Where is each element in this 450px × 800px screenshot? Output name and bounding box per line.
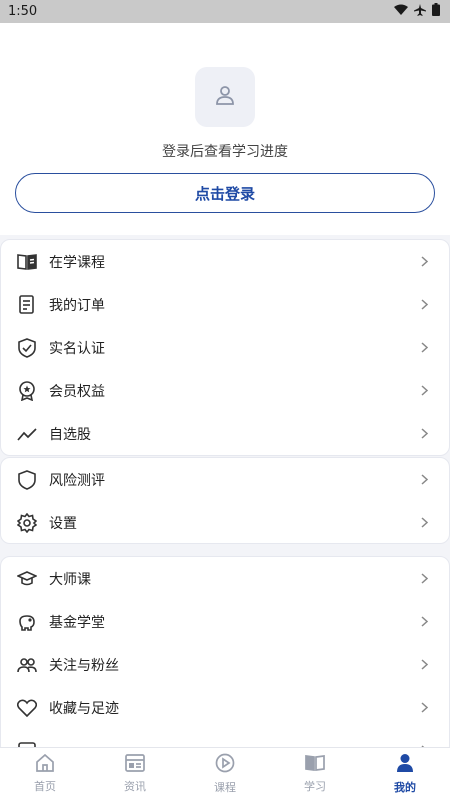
tab-courses[interactable]: 课程 — [180, 748, 270, 800]
menu-item-label: 我的订单 — [49, 297, 105, 314]
chevron-right-icon — [419, 702, 429, 714]
tab-label: 资讯 — [124, 780, 146, 793]
chevron-right-icon — [419, 573, 429, 585]
shield-check-icon — [17, 337, 37, 358]
play-icon — [215, 753, 235, 776]
chevron-right-icon — [419, 256, 429, 268]
menu-item-master-class[interactable]: 大师课 — [1, 557, 449, 600]
tab-home[interactable]: 首页 — [0, 748, 90, 800]
menu-item-watchlist[interactable]: 自选股 — [1, 412, 449, 455]
status-icons — [394, 3, 440, 20]
menu-item-label: 收藏与足迹 — [49, 700, 119, 717]
piggy-bank-icon — [17, 612, 37, 632]
book-open-icon — [305, 754, 325, 775]
menu-item-courses[interactable]: 在学课程 — [1, 240, 449, 283]
battery-icon — [432, 3, 440, 20]
menu-group-account: 在学课程 我的订单 实名认证 会员权益 自选股 — [0, 239, 450, 456]
avatar[interactable] — [195, 67, 255, 127]
status-bar: 1:50 — [0, 0, 450, 23]
user-avatar-icon — [213, 83, 237, 111]
menu-item-label: 自选股 — [49, 426, 91, 443]
menu-item-label: 在学课程 — [49, 254, 105, 271]
menu-item-label: 会员权益 — [49, 383, 105, 400]
chevron-right-icon — [419, 616, 429, 628]
tab-label: 首页 — [34, 780, 56, 793]
news-icon — [125, 754, 145, 775]
menu-item-label: 风险测评 — [49, 472, 105, 489]
login-hint: 登录后查看学习进度 — [162, 144, 288, 160]
menu-group-learning: 大师课 基金学堂 关注与粉丝 收藏与足迹 — [0, 556, 450, 756]
gear-icon — [17, 512, 37, 533]
trend-icon — [17, 424, 37, 444]
chevron-right-icon — [419, 342, 429, 354]
shield-icon — [17, 469, 37, 490]
menu-item-favorites[interactable]: 收藏与足迹 — [1, 686, 449, 729]
heart-icon — [17, 698, 37, 718]
profile-header: 登录后查看学习进度 点击登录 — [0, 23, 450, 235]
chevron-right-icon — [419, 517, 429, 529]
menu-item-label: 基金学堂 — [49, 614, 105, 631]
tab-label: 我的 — [394, 781, 416, 794]
home-icon — [35, 753, 55, 775]
chevron-right-icon — [419, 659, 429, 671]
chevron-right-icon — [419, 299, 429, 311]
menu-item-fund-school[interactable]: 基金学堂 — [1, 600, 449, 643]
menu-item-label: 设置 — [49, 515, 77, 532]
chevron-right-icon — [419, 474, 429, 486]
graduation-cap-icon — [17, 569, 37, 589]
user-icon — [396, 753, 414, 776]
menu-item-verification[interactable]: 实名认证 — [1, 326, 449, 369]
tab-study[interactable]: 学习 — [270, 748, 360, 800]
tab-label: 课程 — [214, 781, 236, 794]
airplane-icon — [414, 3, 426, 20]
menu-item-label: 大师课 — [49, 571, 91, 588]
order-icon — [17, 294, 37, 315]
menu-item-settings[interactable]: 设置 — [1, 501, 449, 544]
login-button[interactable]: 点击登录 — [15, 173, 435, 213]
chevron-right-icon — [419, 428, 429, 440]
wifi-icon — [394, 4, 408, 20]
users-icon — [17, 655, 37, 675]
medal-icon — [17, 380, 37, 401]
tab-mine[interactable]: 我的 — [360, 748, 450, 800]
menu-item-risk-assessment[interactable]: 风险测评 — [1, 458, 449, 501]
menu-item-orders[interactable]: 我的订单 — [1, 283, 449, 326]
menu-item-membership[interactable]: 会员权益 — [1, 369, 449, 412]
bottom-tab-bar: 首页 资讯 课程 学习 我的 — [0, 747, 450, 800]
menu-group-settings: 风险测评 设置 — [0, 457, 450, 544]
book-icon — [17, 252, 37, 272]
tab-label: 学习 — [304, 780, 326, 793]
tab-news[interactable]: 资讯 — [90, 748, 180, 800]
chevron-right-icon — [419, 385, 429, 397]
status-time: 1:50 — [8, 4, 38, 19]
menu-item-follows[interactable]: 关注与粉丝 — [1, 643, 449, 686]
menu-item-label: 关注与粉丝 — [49, 657, 119, 674]
menu-item-label: 实名认证 — [49, 340, 105, 357]
